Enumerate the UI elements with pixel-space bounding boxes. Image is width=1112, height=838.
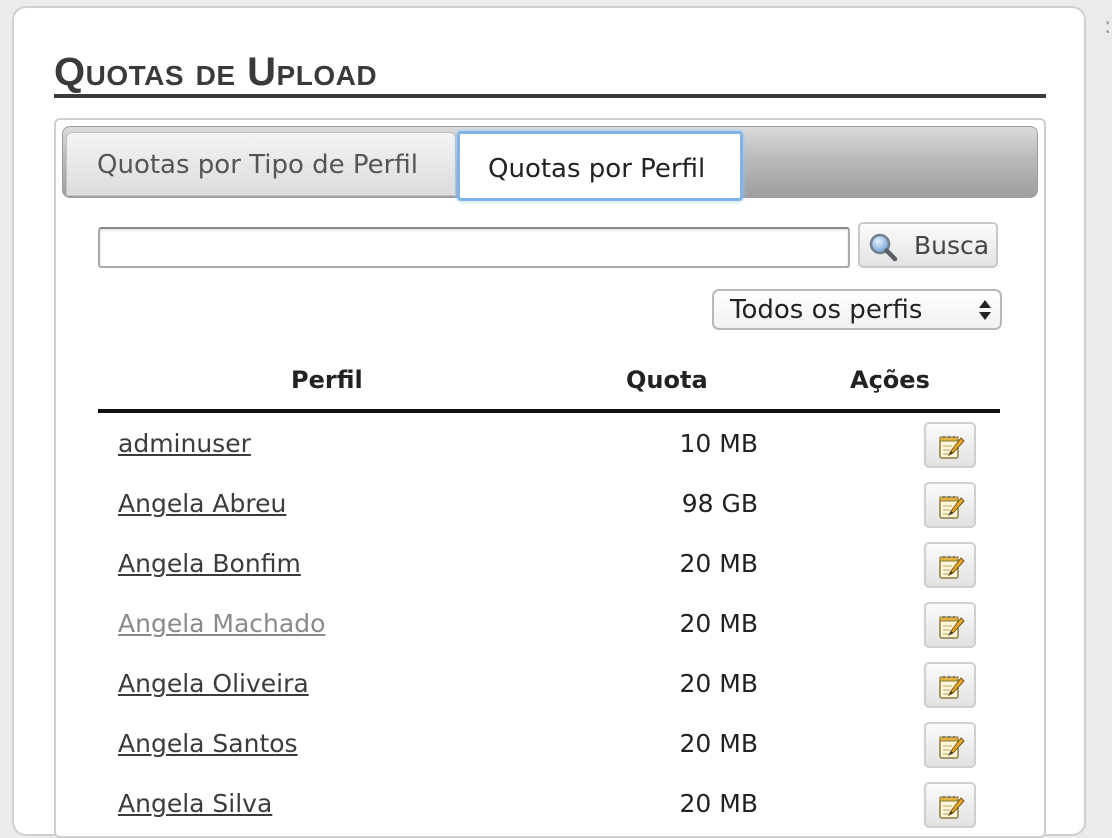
notepad-edit-icon: [939, 675, 965, 699]
notepad-edit-icon: [939, 615, 965, 639]
profile-link[interactable]: Angela Machado: [118, 608, 325, 640]
profile-link[interactable]: Angela Bonfim: [118, 548, 301, 580]
notepad-edit-icon: [939, 495, 965, 519]
profile-filter-select[interactable]: Todos os perfis: [712, 289, 1002, 330]
quota-value: 20 MB: [679, 669, 758, 698]
edge-fragment: :: [1104, 14, 1112, 39]
notepad-edit-icon: [939, 435, 965, 459]
notepad-edit-icon: [939, 555, 965, 579]
table-row: Angela Santos 20 MB: [98, 714, 1000, 774]
edit-button[interactable]: [924, 722, 976, 768]
tab-quotas-por-tipo-de-perfil[interactable]: Quotas por Tipo de Perfil: [66, 132, 456, 196]
table-row: adminuser 10 MB: [98, 414, 1000, 474]
quota-value: 10 MB: [679, 429, 758, 458]
edit-button[interactable]: [924, 422, 976, 468]
profile-filter-value: Todos os perfis: [730, 295, 923, 325]
profile-link[interactable]: Angela Abreu: [118, 488, 286, 520]
quota-value: 20 MB: [679, 609, 758, 638]
search-input[interactable]: [98, 227, 850, 268]
notepad-edit-icon: [939, 735, 965, 759]
column-header-acoes: Ações: [850, 366, 930, 394]
column-header-quota: Quota: [626, 366, 708, 394]
quota-value: 20 MB: [679, 549, 758, 578]
notepad-edit-icon: [939, 795, 965, 819]
table-row: Angela Oliveira 20 MB: [98, 654, 1000, 714]
table-row: Angela Machado 20 MB: [98, 594, 1000, 654]
table-row: Angela Silva 20 MB: [98, 774, 1000, 834]
updown-arrows-icon: [979, 300, 991, 320]
profile-link[interactable]: adminuser: [118, 428, 251, 460]
profile-link[interactable]: Angela Silva: [118, 788, 272, 820]
column-header-perfil: Perfil: [291, 366, 363, 394]
profile-link[interactable]: Angela Oliveira: [118, 668, 309, 700]
edit-button[interactable]: [924, 482, 976, 528]
edit-button[interactable]: [924, 542, 976, 588]
search-button[interactable]: Busca: [858, 222, 998, 268]
magnifier-icon: [869, 233, 898, 262]
tab-quotas-por-perfil[interactable]: Quotas por Perfil: [457, 131, 743, 201]
table-row: Angela Abreu 98 GB: [98, 474, 1000, 534]
edit-button[interactable]: [924, 782, 976, 828]
title-divider: [54, 94, 1046, 98]
table-row: Angela Bonfim 20 MB: [98, 534, 1000, 594]
profile-link[interactable]: Angela Santos: [118, 728, 298, 760]
edit-button[interactable]: [924, 602, 976, 648]
quota-value: 20 MB: [679, 729, 758, 758]
quota-value: 20 MB: [679, 789, 758, 818]
table-header-divider: [98, 409, 1000, 413]
page-title: Quotas de Upload: [54, 50, 378, 94]
edit-button[interactable]: [924, 662, 976, 708]
search-button-label: Busca: [914, 231, 990, 260]
quota-value: 98 GB: [681, 489, 758, 518]
